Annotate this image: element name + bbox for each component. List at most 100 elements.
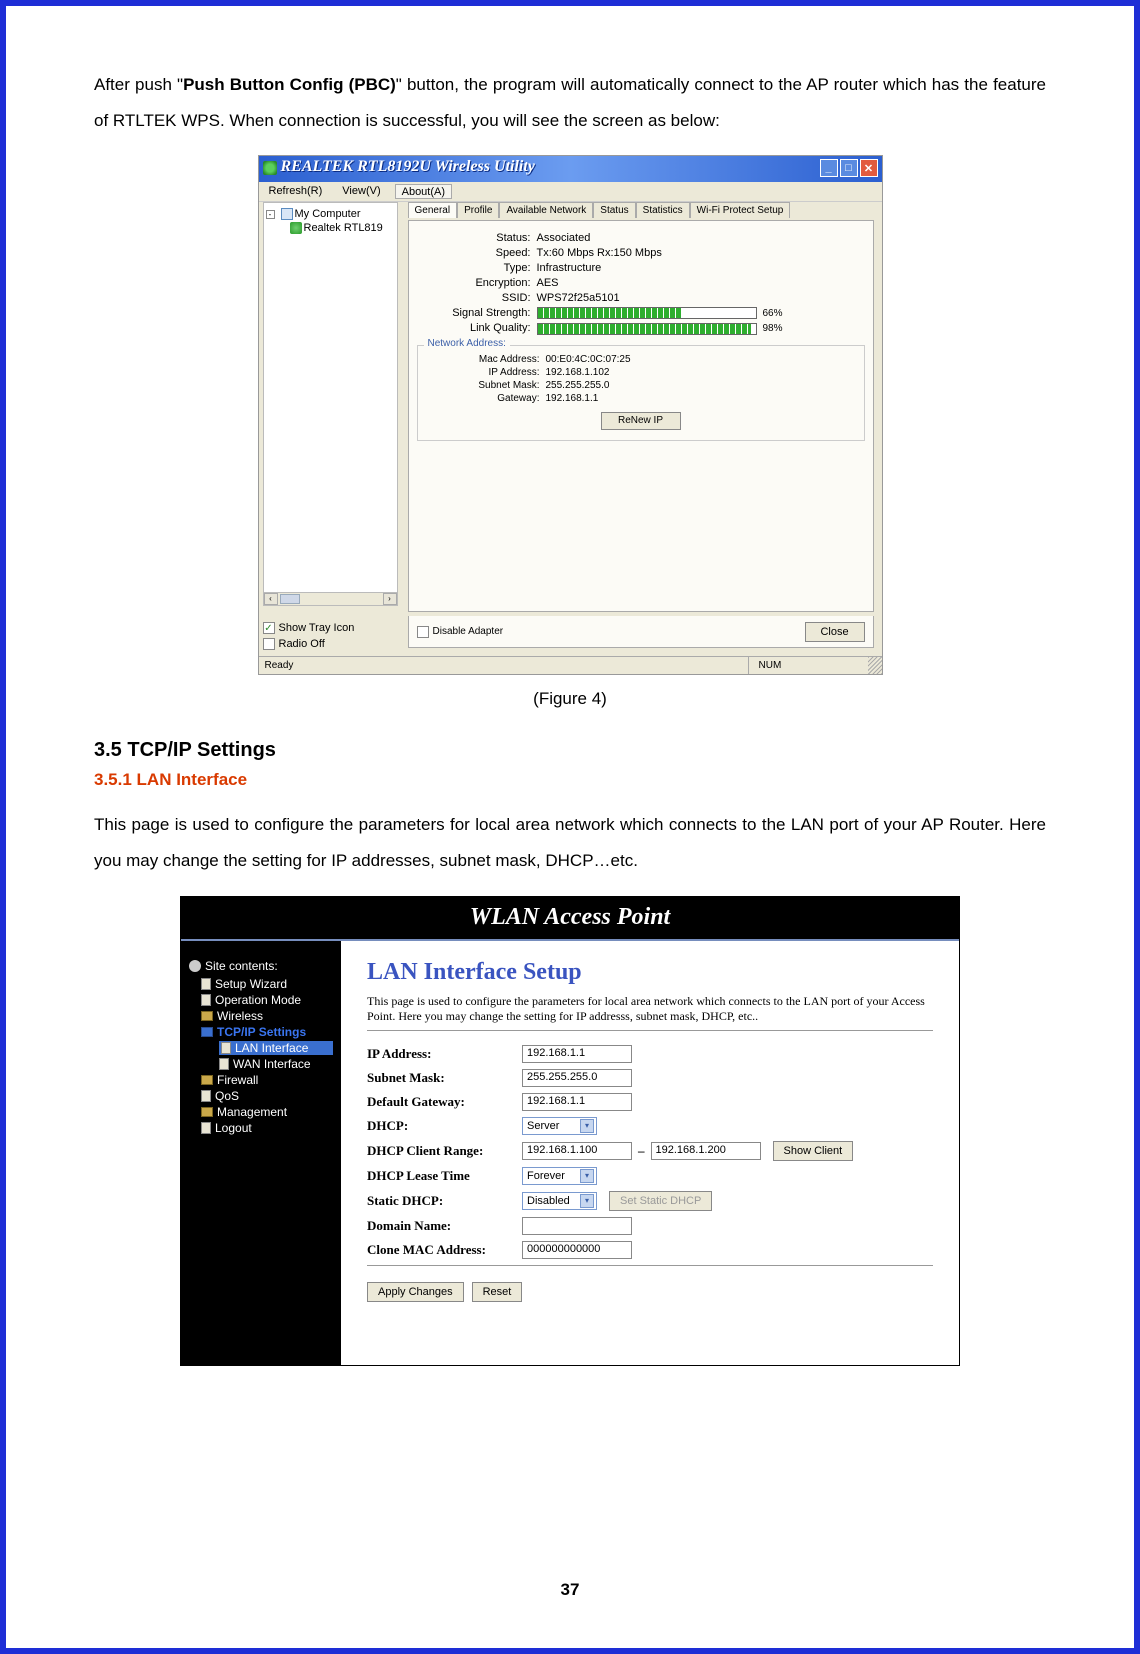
tab-general[interactable]: General — [408, 202, 458, 218]
maximize-button[interactable]: □ — [840, 159, 858, 177]
menu-about[interactable]: About(A) — [395, 184, 452, 199]
clone-mac-label: Clone MAC Address: — [367, 1242, 522, 1258]
folder-open-icon — [201, 1027, 213, 1037]
figure-4-window: REALTEK RTL8192U Wireless Utility _ □ ✕ … — [258, 155, 883, 675]
tab-profile[interactable]: Profile — [457, 202, 499, 218]
status-label: Status: — [417, 232, 537, 244]
default-gateway-input[interactable]: 192.168.1.1 — [522, 1093, 632, 1111]
menu-view[interactable]: View(V) — [336, 184, 386, 199]
linkquality-bar — [537, 323, 757, 335]
nav-qos[interactable]: QoS — [215, 1089, 239, 1103]
mask-label: Subnet Mask: — [426, 380, 546, 391]
menu-refresh[interactable]: Refresh(R) — [263, 184, 329, 199]
signal-label: Signal Strength: — [417, 307, 537, 319]
network-address-group: Network Address: Mac Address:00:E0:4C:0C… — [417, 345, 865, 441]
page-icon — [201, 1122, 211, 1134]
speed-label: Speed: — [417, 247, 537, 259]
divider — [367, 1030, 933, 1031]
figure-4-caption: (Figure 4) — [94, 689, 1046, 709]
minimize-button[interactable]: _ — [820, 159, 838, 177]
window-title: REALTEK RTL8192U Wireless Utility — [281, 158, 535, 176]
general-panel: Status:Associated Speed:Tx:60 Mbps Rx:15… — [408, 220, 874, 612]
nav-wan-interface[interactable]: WAN Interface — [233, 1057, 311, 1071]
subnet-mask-label: Subnet Mask: — [367, 1070, 522, 1086]
page-icon — [221, 1042, 231, 1054]
menubar: Refresh(R) View(V) About(A) — [259, 182, 882, 202]
folder-icon — [201, 1011, 213, 1021]
nav-setup-wizard[interactable]: Setup Wizard — [215, 977, 287, 991]
ip-label: IP Address: — [426, 367, 546, 378]
dhcp-range-start-input[interactable]: 192.168.1.100 — [522, 1142, 632, 1160]
mac-label: Mac Address: — [426, 354, 546, 365]
network-address-title: Network Address: — [424, 338, 510, 349]
page-number: 37 — [6, 1580, 1134, 1600]
tab-wps[interactable]: Wi-Fi Protect Setup — [690, 202, 791, 218]
nav-title: Site contents: — [205, 959, 278, 973]
section-3-5-title: 3.5 TCP/IP Settings — [94, 739, 1046, 762]
dhcp-select[interactable]: Server▾ — [522, 1117, 597, 1135]
clone-mac-input[interactable]: 000000000000 — [522, 1241, 632, 1259]
scroll-left-icon[interactable]: ‹ — [264, 593, 278, 605]
apply-changes-button[interactable]: Apply Changes — [367, 1282, 464, 1302]
titlebar: REALTEK RTL8192U Wireless Utility _ □ ✕ — [259, 156, 882, 182]
ip-address-input[interactable]: 192.168.1.1 — [522, 1045, 632, 1063]
static-dhcp-select[interactable]: Disabled▾ — [522, 1192, 597, 1210]
divider — [367, 1265, 933, 1266]
resize-grip-icon[interactable] — [868, 657, 882, 674]
nav-management[interactable]: Management — [217, 1105, 287, 1119]
tray-label: Show Tray Icon — [279, 622, 355, 634]
nav-wireless[interactable]: Wireless — [217, 1009, 263, 1023]
dhcp-label: DHCP: — [367, 1118, 522, 1134]
renew-ip-button[interactable]: ReNew IP — [601, 412, 681, 430]
speed-value: Tx:60 Mbps Rx:150 Mbps — [537, 247, 865, 259]
dhcp-range-label: DHCP Client Range: — [367, 1143, 522, 1159]
ssid-value: WPS72f25a5101 — [537, 292, 865, 304]
reset-button[interactable]: Reset — [472, 1282, 523, 1302]
subnet-mask-input[interactable]: 255.255.255.0 — [522, 1069, 632, 1087]
nav-logout[interactable]: Logout — [215, 1121, 252, 1135]
tab-available-network[interactable]: Available Network — [499, 202, 593, 218]
nav-firewall[interactable]: Firewall — [217, 1073, 258, 1087]
set-static-dhcp-button[interactable]: Set Static DHCP — [609, 1191, 712, 1211]
domain-name-input[interactable] — [522, 1217, 632, 1235]
nav-tcpip[interactable]: TCP/IP Settings — [217, 1025, 306, 1039]
ip-address-label: IP Address: — [367, 1046, 522, 1062]
folder-icon — [201, 1075, 213, 1085]
radio-checkbox[interactable] — [263, 638, 275, 650]
tab-status[interactable]: Status — [593, 202, 635, 218]
disable-adapter-checkbox[interactable] — [417, 626, 429, 638]
page-icon — [219, 1058, 229, 1070]
close-window-button[interactable]: ✕ — [860, 159, 878, 177]
device-tree[interactable]: - My Computer Realtek RTL819 — [263, 202, 398, 606]
static-dhcp-label: Static DHCP: — [367, 1193, 522, 1209]
app-icon — [263, 161, 277, 175]
ssid-label: SSID: — [417, 292, 537, 304]
show-client-button[interactable]: Show Client — [773, 1141, 854, 1161]
dhcp-value: Server — [527, 1120, 559, 1132]
nav-operation-mode[interactable]: Operation Mode — [215, 993, 301, 1007]
tab-statistics[interactable]: Statistics — [636, 202, 690, 218]
page-icon — [201, 978, 211, 990]
nav-lan-interface[interactable]: LAN Interface — [235, 1041, 308, 1055]
close-button[interactable]: Close — [805, 622, 865, 642]
linkquality-percent: 98% — [763, 323, 783, 334]
tree-collapse-icon[interactable]: - — [266, 210, 275, 219]
figure-5-page: WLAN Access Point Site contents: Setup W… — [180, 896, 960, 1366]
lease-time-select[interactable]: Forever▾ — [522, 1167, 597, 1185]
tree-child[interactable]: Realtek RTL819 — [304, 222, 383, 234]
radio-label: Radio Off — [279, 638, 325, 650]
ip-value: 192.168.1.102 — [546, 367, 610, 378]
scroll-right-icon[interactable]: › — [383, 593, 397, 605]
encryption-label: Encryption: — [417, 277, 537, 289]
tree-scrollbar[interactable]: ‹ › — [263, 592, 398, 606]
tree-root[interactable]: My Computer — [295, 208, 361, 220]
gateway-value: 192.168.1.1 — [546, 393, 599, 404]
status-ready: Ready — [259, 660, 748, 671]
scroll-thumb[interactable] — [280, 594, 300, 604]
linkquality-label: Link Quality: — [417, 322, 537, 334]
dhcp-range-end-input[interactable]: 192.168.1.200 — [651, 1142, 761, 1160]
wlan-banner: WLAN Access Point — [181, 897, 959, 941]
chevron-down-icon: ▾ — [580, 1194, 594, 1208]
tray-checkbox[interactable]: ✓ — [263, 622, 275, 634]
intro-paragraph: After push "Push Button Config (PBC)" bu… — [94, 67, 1046, 138]
